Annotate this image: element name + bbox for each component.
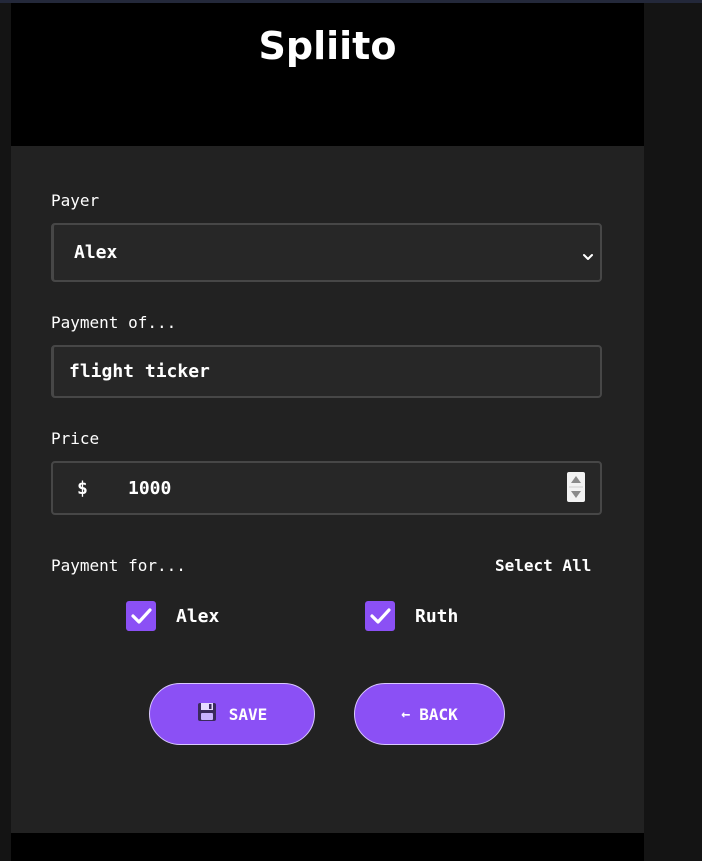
checkbox-checked[interactable] (365, 601, 395, 631)
stepper-down-icon[interactable] (571, 491, 581, 498)
chevron-down-icon (582, 247, 594, 260)
save-button[interactable]: SAVE (149, 683, 315, 745)
member-name: Alex (176, 606, 220, 627)
price-input[interactable]: $ 1000 (51, 461, 602, 515)
payer-select[interactable]: Alex (51, 223, 602, 282)
price-value: 1000 (128, 478, 172, 499)
select-all-button[interactable]: Select All (495, 556, 591, 576)
payment-of-input[interactable]: flight ticker (51, 345, 602, 398)
page: Spliito Payer Alex Payment of... flight … (0, 0, 702, 861)
checkmark-icon (131, 608, 152, 624)
app-container: Spliito Payer Alex Payment of... flight … (11, 3, 644, 861)
floppy-disk-icon (197, 702, 217, 727)
payment-for-label: Payment for... (51, 556, 186, 575)
save-label: SAVE (228, 704, 268, 724)
price-label: Price (51, 429, 100, 448)
payment-of-label: Payment of... (51, 313, 177, 332)
stepper-up-icon[interactable] (571, 476, 581, 483)
number-stepper[interactable] (567, 472, 585, 502)
payer-label: Payer (51, 191, 100, 210)
back-arrow-icon: ← (401, 705, 411, 723)
currency-symbol: $ (77, 478, 88, 499)
member-name: Ruth (415, 606, 459, 627)
payment-form-card: Payer Alex Payment of... flight ticker P… (11, 146, 644, 833)
payment-of-value: flight ticker (69, 361, 210, 382)
back-label: BACK (419, 704, 458, 724)
payer-selected-value: Alex (74, 242, 118, 263)
checkmark-icon (370, 608, 391, 624)
checkbox-checked[interactable] (126, 601, 156, 631)
app-title: Spliito (258, 24, 397, 68)
back-button[interactable]: ← BACK (354, 683, 505, 745)
